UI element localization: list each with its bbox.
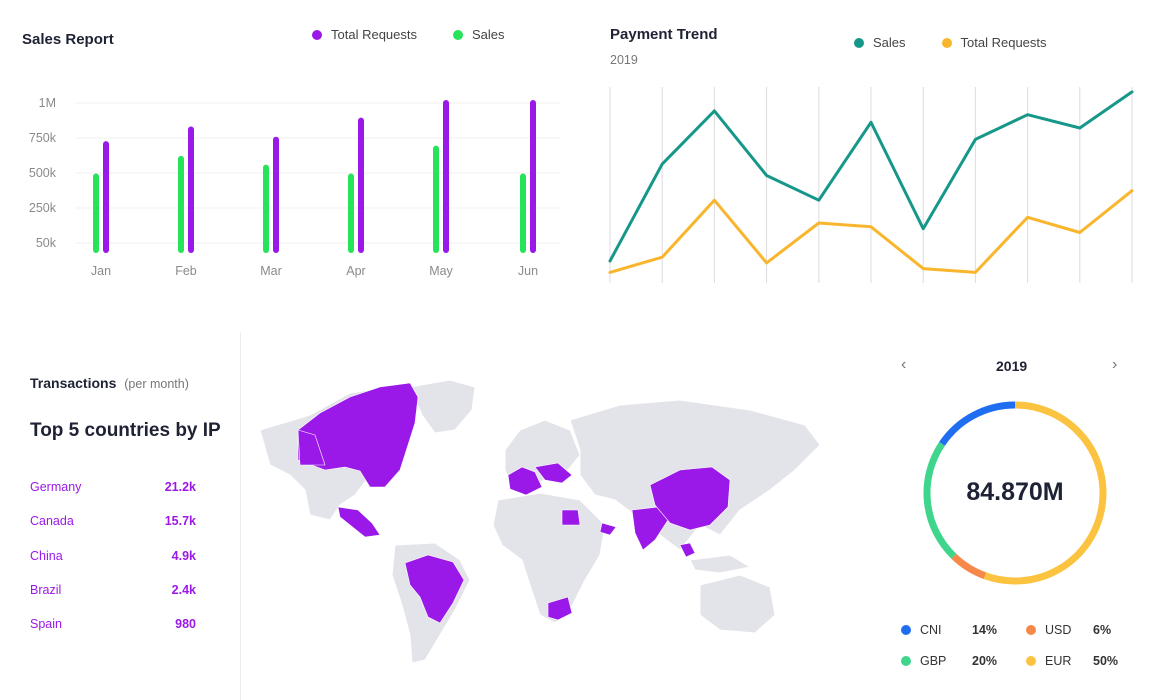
donut-slice-usd[interactable]: [951, 553, 987, 579]
x-tick-label: Jun: [518, 264, 538, 278]
legend-dot: [854, 37, 864, 48]
y-tick-label: 50k: [36, 236, 57, 250]
country-row[interactable]: Canada 15.7k: [30, 514, 196, 528]
x-tick-label: Mar: [260, 264, 282, 278]
transactions-label: Transactions: [30, 375, 117, 391]
x-tick-label: Jan: [91, 264, 111, 278]
y-tick-label: 1M: [39, 96, 56, 110]
legend-pct: 50%: [1093, 654, 1119, 668]
map-region-australia: [699, 574, 776, 634]
legend-label: Sales: [472, 27, 505, 42]
legend-label: Total Requests: [331, 27, 417, 42]
sales-report-bar-chart: 50k 250k 500k 750k 1M Jan Feb Mar Apr May Jun: [29, 96, 560, 278]
legend-pct: 6%: [1093, 623, 1112, 637]
legend-label: Total Requests: [960, 35, 1047, 50]
legend-dot: [1026, 625, 1036, 635]
country-name: Germany: [30, 480, 82, 494]
legend-item-total-requests[interactable]: Total Requests: [312, 27, 417, 42]
country-name: Canada: [30, 514, 74, 529]
donut-year: 2019: [996, 358, 1028, 374]
donut-legend-item-gbp[interactable]: GBP 20%: [901, 654, 997, 668]
country-name: Brazil: [30, 582, 62, 597]
sales-report-legend: Total Requests Sales: [312, 27, 541, 42]
payment-trend-title: Payment Trend: [610, 26, 718, 43]
country-value: 15.7k: [164, 514, 196, 529]
transactions-sublabel: (per month): [124, 377, 189, 391]
map-region-greenland: [409, 379, 476, 434]
donut-legend-item-usd[interactable]: USD 6%: [1026, 623, 1111, 637]
country-value: 2.4k: [171, 582, 196, 597]
legend-dot: [901, 625, 911, 635]
country-name: Spain: [30, 617, 62, 632]
chevron-right-icon[interactable]: ›: [1112, 356, 1117, 374]
legend-item-sales[interactable]: Sales: [854, 35, 906, 50]
country-row[interactable]: Brazil 2.4k: [30, 583, 196, 597]
map-highlight-se-asia: [679, 542, 696, 558]
map-region-indonesia: [689, 554, 752, 574]
top-countries-heading: Top 5 countries by IP: [30, 420, 221, 441]
y-tick-label: 750k: [29, 131, 57, 145]
legend-item-sales[interactable]: Sales: [453, 27, 505, 42]
payment-trend-subtitle: 2019: [610, 53, 638, 67]
donut-center-value: 84.870M: [966, 478, 1064, 506]
sales-report-title: Sales Report: [22, 31, 114, 48]
x-tick-label: Feb: [175, 264, 197, 278]
chevron-left-icon[interactable]: ‹: [901, 356, 906, 374]
legend-label: CNI: [920, 623, 942, 637]
y-tick-label: 250k: [29, 201, 57, 215]
donut-legend-item-eur[interactable]: EUR 50%: [1026, 654, 1118, 668]
legend-label: Sales: [873, 35, 906, 50]
world-map[interactable]: [250, 375, 840, 675]
legend-dot: [901, 656, 911, 666]
country-value: 980: [175, 617, 196, 632]
country-value: 4.9k: [171, 548, 196, 563]
legend-dot: [453, 29, 463, 40]
legend-label: EUR: [1045, 654, 1072, 668]
panel-divider: [240, 332, 241, 700]
donut-slice-cni[interactable]: [939, 401, 1016, 446]
legend-item-total-requests[interactable]: Total Requests: [941, 35, 1047, 50]
legend-dot: [941, 37, 952, 48]
map-highlight-egypt: [561, 509, 581, 526]
donut-legend-item-cni[interactable]: CNI 14%: [901, 623, 997, 637]
x-tick-label: Apr: [346, 264, 365, 278]
country-value: 21.2k: [164, 480, 196, 494]
country-row[interactable]: China 4.9k: [30, 549, 196, 563]
country-row[interactable]: Germany 21.2k: [30, 480, 196, 494]
legend-pct: 14%: [972, 623, 998, 637]
transactions-header: Transactions (per month): [30, 375, 189, 391]
x-tick-label: May: [429, 264, 453, 278]
payment-trend-line-chart: [608, 87, 1134, 283]
legend-dot: [312, 29, 322, 40]
map-highlight-mexico: [337, 506, 381, 538]
payment-trend-legend: Sales Total Requests: [854, 35, 1083, 50]
country-name: China: [30, 548, 63, 563]
legend-label: USD: [1045, 623, 1072, 637]
y-tick-label: 500k: [29, 166, 57, 180]
country-row[interactable]: Spain 980: [30, 617, 196, 631]
legend-pct: 20%: [972, 654, 998, 668]
legend-dot: [1026, 656, 1036, 666]
legend-label: GBP: [920, 654, 947, 668]
